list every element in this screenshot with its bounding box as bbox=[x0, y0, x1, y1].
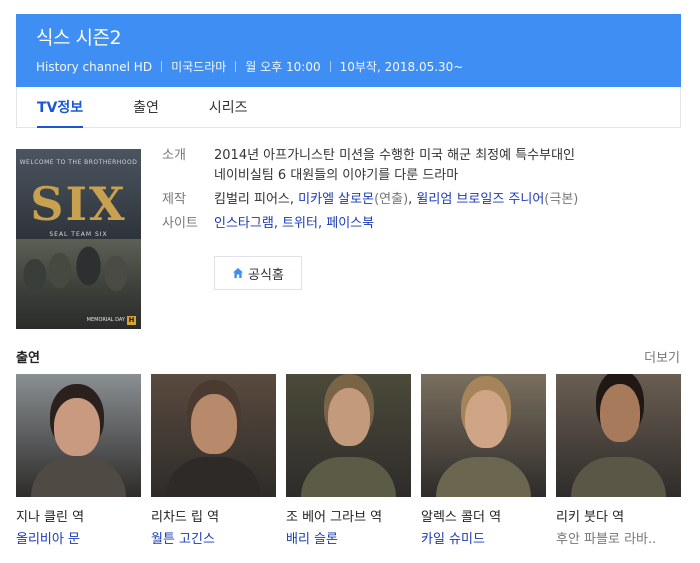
official-home-label: 공식홈 bbox=[248, 267, 284, 283]
tab-bar: TV정보 출연 시리즈 bbox=[16, 87, 681, 128]
writer-role: (극본) bbox=[544, 192, 579, 207]
meta-episodes: 10부작, 2018.05.30~ bbox=[339, 60, 464, 74]
director-role: (연출) bbox=[374, 192, 409, 207]
cast-role: 지나 클린 역 bbox=[16, 510, 85, 525]
cast-list: 지나 클린 역 올리비아 문 리차드 립 역 월튼 고긴스 조 베어 그라브 역… bbox=[16, 374, 686, 559]
cast-photo[interactable] bbox=[286, 374, 411, 497]
home-icon bbox=[233, 268, 244, 278]
poster-cast-image bbox=[16, 239, 141, 329]
production-label: 제작 bbox=[162, 192, 186, 207]
synopsis-line: 2014년 아프가니스탄 미션을 수행한 미국 해군 최정예 특수부대인 bbox=[214, 148, 576, 163]
tab-cast[interactable]: 출연 bbox=[133, 87, 159, 127]
cast-photo[interactable] bbox=[421, 374, 546, 497]
director-link[interactable]: 미카엘 살로몬 bbox=[298, 192, 374, 207]
site-label: 사이트 bbox=[162, 216, 198, 231]
cast-card[interactable]: 리차드 립 역 월튼 고긴스 bbox=[151, 374, 276, 547]
twitter-link[interactable]: 트위터 bbox=[282, 216, 318, 231]
meta-divider bbox=[329, 61, 331, 72]
cast-card[interactable]: 조 베어 그라브 역 배리 슬론 bbox=[286, 374, 411, 547]
site-links: 인스타그램, 트위터, 페이스북 bbox=[214, 216, 375, 231]
cast-photo[interactable] bbox=[556, 374, 681, 497]
cast-photo[interactable] bbox=[16, 374, 141, 497]
cast-actor[interactable]: 월튼 고긴스 bbox=[151, 528, 276, 547]
meta-divider bbox=[235, 61, 237, 72]
production-row: 제작 킴벌리 피어스, 미카엘 살로몬(연출), 윌리엄 브로일즈 주니어(극본… bbox=[162, 190, 672, 210]
synopsis-row: 소개 2014년 아프가니스탄 미션을 수행한 미국 해군 최정예 특수부대인 … bbox=[162, 146, 672, 186]
writer-link[interactable]: 윌리엄 브로일즈 주니어 bbox=[416, 192, 544, 207]
cast-role: 조 베어 그라브 역 bbox=[286, 510, 383, 525]
facebook-link[interactable]: 페이스북 bbox=[326, 216, 374, 231]
official-home-button[interactable]: 공식홈 bbox=[214, 256, 302, 290]
cast-role: 리키 붓다 역 bbox=[556, 510, 625, 525]
meta-channel: History channel HD bbox=[36, 59, 153, 74]
synopsis-text: 2014년 아프가니스탄 미션을 수행한 미국 해군 최정예 특수부대인 네이비… bbox=[214, 146, 575, 186]
tab-series[interactable]: 시리즈 bbox=[209, 87, 248, 127]
program-title[interactable]: 식스 시즌2 bbox=[36, 24, 661, 52]
poster-title: SIX bbox=[30, 177, 127, 231]
cast-actor[interactable]: 카일 슈미드 bbox=[421, 528, 546, 547]
cast-photo[interactable] bbox=[151, 374, 276, 497]
poster-subtitle: SEAL TEAM SIX bbox=[49, 231, 108, 238]
cast-actor[interactable]: 후안 파블로 라바.. bbox=[556, 528, 681, 547]
program-meta: History channel HD 미국드라마 월 오후 10:00 10부작… bbox=[36, 58, 661, 75]
more-cast-link[interactable]: 더보기 bbox=[644, 347, 680, 366]
cast-actor[interactable]: 올리비아 문 bbox=[16, 528, 141, 547]
program-info: 소개 2014년 아프가니스탄 미션을 수행한 미국 해군 최정예 특수부대인 … bbox=[162, 146, 672, 238]
synopsis-label: 소개 bbox=[162, 148, 186, 163]
site-row: 사이트 인스타그램, 트위터, 페이스북 bbox=[162, 214, 672, 234]
cast-card[interactable]: 지나 클린 역 올리비아 문 bbox=[16, 374, 141, 547]
poster-tagline: WELCOME TO THE BROTHERHOOD bbox=[19, 159, 138, 166]
program-header: 식스 시즌2 History channel HD 미국드라마 월 오후 10:… bbox=[16, 14, 681, 87]
meta-airtime: 월 오후 10:00 bbox=[245, 60, 321, 74]
cast-role: 알렉스 콜더 역 bbox=[421, 510, 502, 525]
tab-tv-info[interactable]: TV정보 bbox=[37, 87, 84, 128]
cast-card[interactable]: 알렉스 콜더 역 카일 슈미드 bbox=[421, 374, 546, 547]
production-credits: 킴벌리 피어스, 미카엘 살로몬(연출), 윌리엄 브로일즈 주니어(극본) bbox=[214, 192, 579, 207]
cast-section-title: 출연 bbox=[16, 351, 40, 366]
cast-card[interactable]: 리키 붓다 역 후안 파블로 라바.. bbox=[556, 374, 681, 547]
cast-role: 리차드 립 역 bbox=[151, 510, 220, 525]
meta-divider bbox=[161, 61, 163, 72]
poster-footer: MEMORIAL DAY bbox=[86, 317, 125, 323]
history-logo: H bbox=[127, 316, 136, 325]
instagram-link[interactable]: 인스타그램 bbox=[214, 216, 274, 231]
meta-genre: 미국드라마 bbox=[171, 60, 227, 74]
producer-name: 킴벌리 피어스 bbox=[214, 192, 290, 207]
cast-actor[interactable]: 배리 슬론 bbox=[286, 528, 411, 547]
synopsis-line: 네이비실팀 6 대원들의 이야기를 다룬 드라마 bbox=[214, 168, 459, 183]
program-poster[interactable]: WELCOME TO THE BROTHERHOOD SIX SEAL TEAM… bbox=[16, 149, 141, 329]
